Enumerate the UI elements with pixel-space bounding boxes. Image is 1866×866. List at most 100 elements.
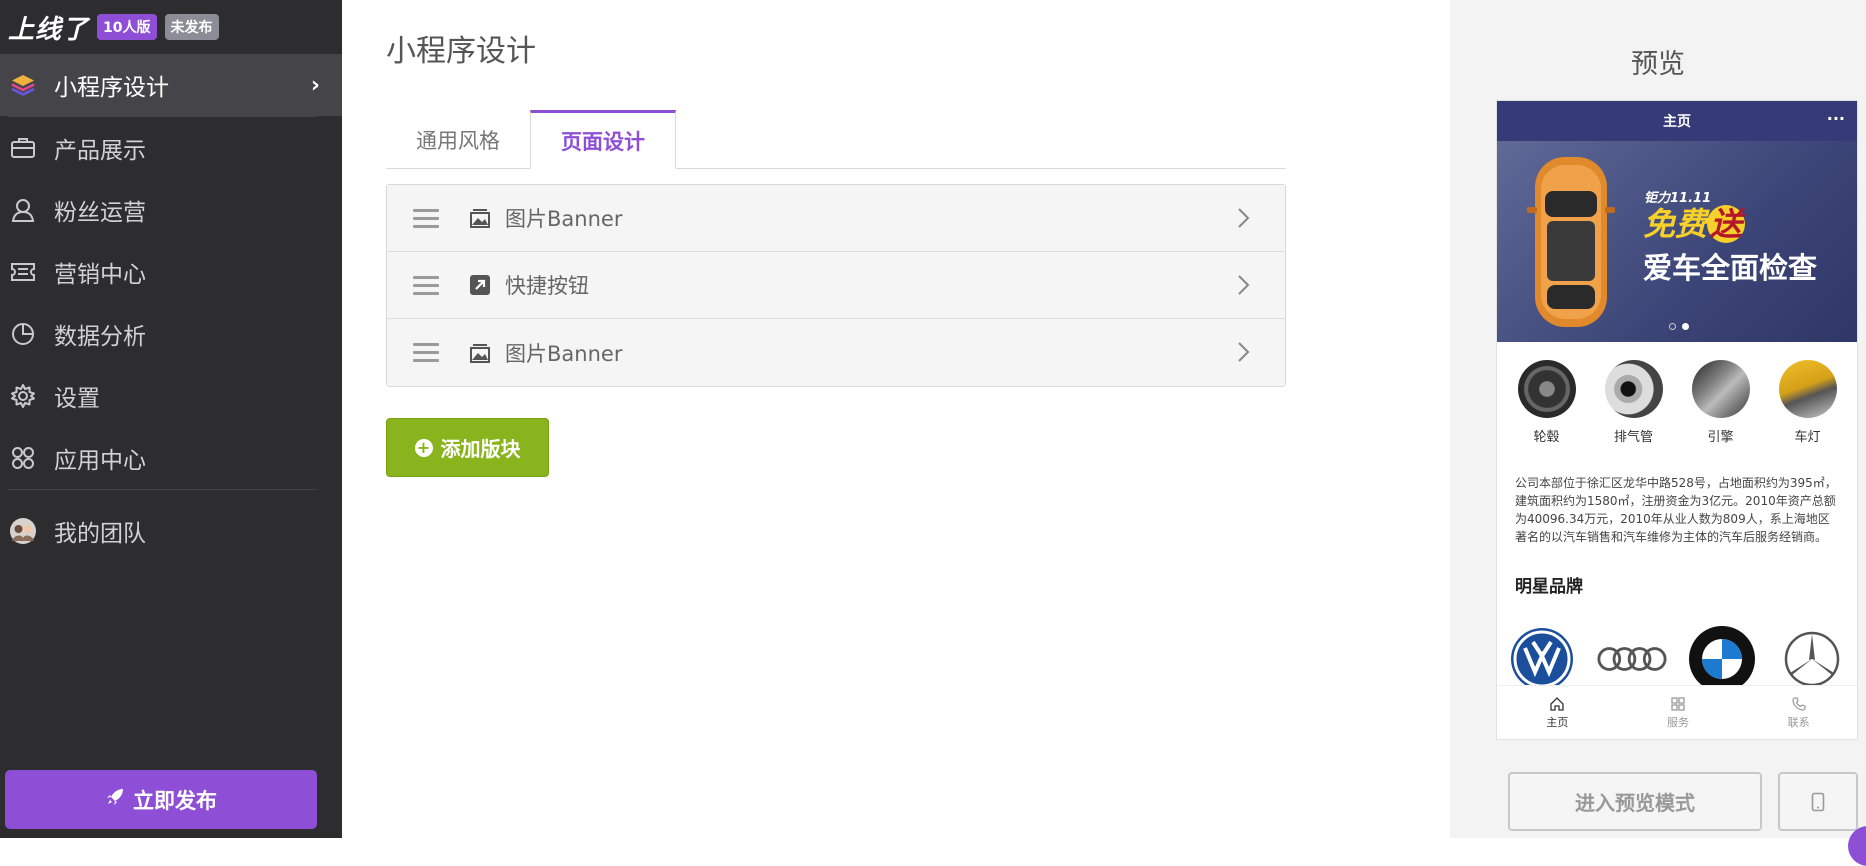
volkswagen-logo[interactable] bbox=[1507, 624, 1577, 694]
sidebar-item-settings[interactable]: 设置 bbox=[0, 365, 342, 427]
mobile-icon bbox=[1811, 792, 1825, 811]
rocket-icon bbox=[105, 787, 125, 812]
sidebar-item-label: 小程序设计 bbox=[54, 75, 169, 101]
sidebar-item-products[interactable]: 产品展示 bbox=[0, 117, 342, 179]
phone-tab-service[interactable]: 服务 bbox=[1618, 686, 1739, 739]
engine-image bbox=[1691, 360, 1750, 418]
add-block-label: 添加版块 bbox=[440, 437, 521, 461]
block-label: 图片Banner bbox=[505, 207, 623, 231]
block-list: 图片Banner 快捷按钮 图片Banner bbox=[386, 184, 1286, 387]
shortcut-wheel[interactable]: 轮毂 bbox=[1512, 360, 1582, 454]
phone-tabbar: 主页 服务 联系 bbox=[1497, 685, 1857, 739]
phone-tab-home[interactable]: 主页 bbox=[1497, 686, 1618, 739]
shortcut-exhaust[interactable]: 排气管 bbox=[1599, 360, 1669, 454]
headlight-image bbox=[1778, 360, 1837, 418]
exhaust-image bbox=[1604, 360, 1663, 418]
shortcut-label: 排气管 bbox=[1613, 430, 1653, 445]
tab-bar: 通用风格 页面设计 bbox=[386, 110, 1286, 169]
preview-title: 预览 bbox=[1631, 49, 1685, 80]
sidebar-item-analytics[interactable]: 数据分析 bbox=[0, 303, 342, 365]
edition-badge: 10人版 bbox=[97, 14, 157, 40]
sidebar-item-fans[interactable]: 粉丝运营 bbox=[0, 179, 342, 241]
block-label: 快捷按钮 bbox=[505, 274, 589, 298]
user-icon bbox=[8, 195, 38, 225]
shortcut-headlight[interactable]: 车灯 bbox=[1773, 360, 1843, 454]
sidebar: 上线了 10人版 未发布 小程序设计 › 产品展示 粉丝运营 营销中心 数据分析… bbox=[0, 0, 342, 838]
sidebar-item-marketing[interactable]: 营销中心 bbox=[0, 241, 342, 303]
image-icon bbox=[467, 205, 493, 231]
phone-tab-contact[interactable]: 联系 bbox=[1738, 686, 1857, 739]
tab-page-design[interactable]: 页面设计 bbox=[530, 110, 676, 169]
status-badge: 未发布 bbox=[164, 14, 219, 40]
phone-tab-label: 服务 bbox=[1667, 715, 1689, 729]
block-item-banner-1[interactable]: 图片Banner bbox=[387, 185, 1285, 252]
block-item-banner-2[interactable]: 图片Banner bbox=[387, 319, 1285, 386]
chevron-right-icon bbox=[1238, 208, 1250, 228]
plus-circle-icon: + bbox=[414, 438, 433, 457]
help-bubble[interactable] bbox=[1848, 826, 1866, 866]
sidebar-item-label: 粉丝运营 bbox=[54, 200, 146, 226]
image-icon bbox=[467, 340, 493, 366]
shortcut-icon bbox=[467, 272, 493, 298]
shortcut-label: 引擎 bbox=[1707, 430, 1734, 445]
banner-headline-prefix: 免费 bbox=[1643, 205, 1708, 243]
banner-headline-highlight: 送 bbox=[1707, 205, 1746, 243]
apps-grid-icon bbox=[8, 443, 38, 473]
publish-button-label: 立即发布 bbox=[133, 788, 217, 813]
sidebar-item-miniprogram-design[interactable]: 小程序设计 › bbox=[0, 54, 342, 116]
briefcase-icon bbox=[8, 133, 38, 163]
drag-handle-icon[interactable] bbox=[413, 275, 439, 295]
divider bbox=[8, 489, 317, 490]
carousel-dots[interactable] bbox=[1669, 323, 1689, 330]
bmw-logo[interactable] bbox=[1687, 624, 1757, 694]
block-item-shortcut[interactable]: 快捷按钮 bbox=[387, 252, 1285, 319]
phone-tab-label: 主页 bbox=[1546, 715, 1569, 729]
carousel-dot-active[interactable] bbox=[1682, 323, 1689, 330]
app-logo[interactable]: 上线了 bbox=[8, 9, 89, 46]
chevron-right-icon: › bbox=[310, 72, 320, 98]
main-panel: 小程序设计 通用风格 页面设计 图片Banner 快捷按钮 图片Banner +… bbox=[342, 0, 1450, 838]
avatar bbox=[8, 516, 38, 546]
phone-icon bbox=[1792, 696, 1806, 711]
carousel-dot[interactable] bbox=[1669, 323, 1676, 330]
device-button[interactable] bbox=[1778, 772, 1858, 831]
about-text: 公司本部位于徐汇区龙华中路528号，占地面积约为395㎡，建筑面积约为1580㎡… bbox=[1515, 476, 1837, 544]
sidebar-item-label: 营销中心 bbox=[54, 262, 146, 288]
tab-general-style[interactable]: 通用风格 bbox=[386, 110, 530, 169]
chevron-right-icon bbox=[1238, 342, 1250, 362]
sidebar-item-label: 数据分析 bbox=[54, 324, 146, 350]
phone-banner[interactable]: 钜力11.11 免费送 爱车全面检查 bbox=[1497, 141, 1857, 342]
sidebar-item-team[interactable]: 我的团队 bbox=[0, 500, 342, 562]
phone-header-title: 主页 bbox=[1663, 114, 1691, 130]
chevron-right-icon bbox=[1238, 275, 1250, 295]
home-icon bbox=[1550, 696, 1564, 711]
phone-preview[interactable]: 主页 ··· 钜力11.11 免费送 爱车全面检查 轮毂 排气管 引擎 车灯 公… bbox=[1496, 100, 1858, 740]
drag-handle-icon[interactable] bbox=[413, 343, 439, 362]
sidebar-item-label: 设置 bbox=[54, 386, 100, 412]
pie-chart-icon bbox=[8, 319, 38, 349]
phone-tab-label: 联系 bbox=[1787, 715, 1810, 729]
preview-pane: 预览 主页 ··· 钜力11.11 免费送 爱车全面检查 轮毂 排气管 引擎 车… bbox=[1450, 0, 1866, 866]
sidebar-item-app-center[interactable]: 应用中心 bbox=[0, 427, 342, 489]
banner-subline: 爱车全面检查 bbox=[1643, 251, 1818, 285]
car-image bbox=[1527, 157, 1615, 327]
wheel-image bbox=[1517, 360, 1576, 418]
sidebar-item-label: 我的团队 bbox=[54, 521, 146, 547]
phone-header: 主页 ··· bbox=[1497, 101, 1857, 141]
gear-icon bbox=[8, 381, 38, 411]
enter-preview-button[interactable]: 进入预览模式 bbox=[1508, 772, 1762, 831]
add-block-button[interactable]: + 添加版块 bbox=[386, 418, 549, 477]
brands-title: 明星品牌 bbox=[1515, 577, 1583, 597]
publish-button[interactable]: 立即发布 bbox=[5, 770, 317, 829]
mercedes-logo[interactable] bbox=[1777, 624, 1847, 694]
brand-bar: 上线了 10人版 未发布 bbox=[0, 0, 342, 54]
more-icon[interactable]: ··· bbox=[1827, 109, 1845, 128]
shortcut-grid: 轮毂 排气管 引擎 车灯 bbox=[1497, 342, 1857, 454]
shortcut-label: 车灯 bbox=[1794, 430, 1821, 445]
audi-logo[interactable] bbox=[1597, 624, 1667, 694]
drag-handle-icon[interactable] bbox=[413, 208, 439, 228]
shortcut-engine[interactable]: 引擎 bbox=[1686, 360, 1756, 454]
sidebar-item-label: 产品展示 bbox=[54, 138, 146, 164]
block-label: 图片Banner bbox=[505, 341, 623, 366]
sidebar-item-label: 应用中心 bbox=[54, 448, 146, 474]
